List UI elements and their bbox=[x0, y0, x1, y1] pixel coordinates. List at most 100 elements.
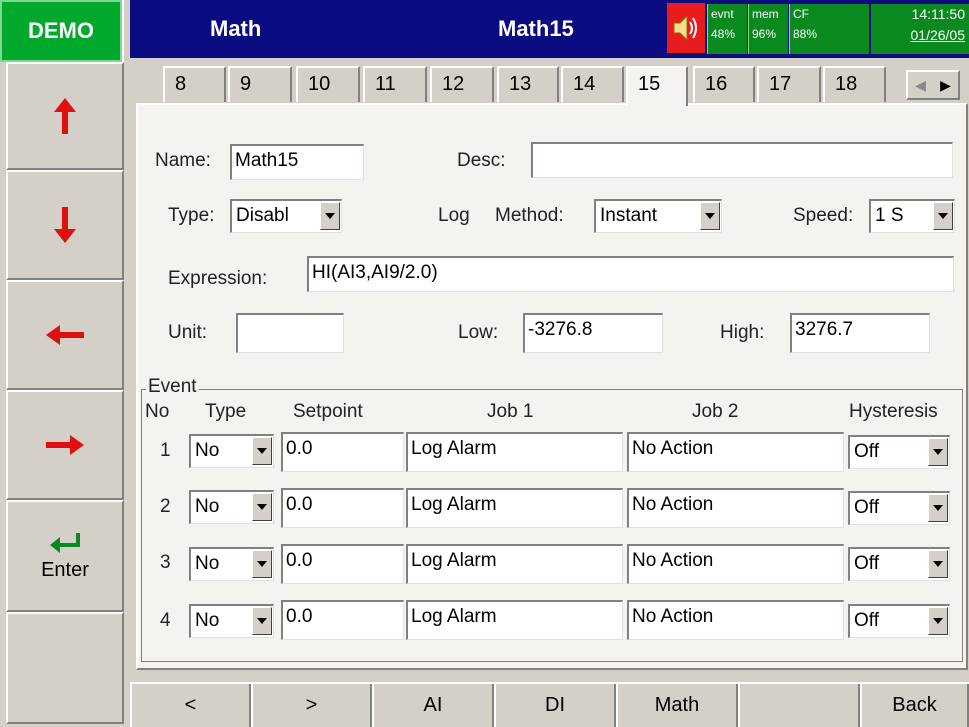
chevron-down-icon[interactable] bbox=[320, 202, 340, 230]
tab-16[interactable]: 16 bbox=[693, 66, 755, 102]
speaker-icon bbox=[673, 14, 697, 42]
event-hysteresis-select[interactable]: Off bbox=[848, 491, 950, 525]
tab-9[interactable]: 9 bbox=[228, 66, 292, 102]
status-evnt-label: evnt bbox=[711, 7, 734, 21]
event-type-select[interactable]: No bbox=[189, 490, 274, 524]
type-select[interactable]: Disabl bbox=[230, 199, 342, 233]
event-hysteresis-select[interactable]: Off bbox=[848, 435, 950, 469]
tab-14[interactable]: 14 bbox=[561, 66, 624, 102]
status-evnt: evnt 48% bbox=[707, 4, 747, 54]
page-title: Math15 bbox=[498, 16, 574, 41]
arrow-down-icon bbox=[54, 207, 76, 243]
status-cf-value: 88% bbox=[793, 27, 818, 41]
nav-right-button[interactable] bbox=[6, 390, 124, 500]
expression-input[interactable]: HI(AI3,AI9/2.0) bbox=[307, 256, 954, 292]
back-button[interactable]: Back bbox=[860, 684, 969, 727]
event-hysteresis-value: Off bbox=[854, 553, 879, 574]
low-input[interactable]: -3276.8 bbox=[523, 313, 663, 353]
event-row-no: 4 bbox=[160, 610, 171, 631]
prev-button[interactable]: < bbox=[130, 684, 251, 727]
event-type-select[interactable]: No bbox=[189, 434, 274, 468]
event-job1-input[interactable]: Log Alarm bbox=[406, 432, 623, 472]
tab-13[interactable]: 13 bbox=[497, 66, 559, 102]
tab-scroll: ◀ ▶ bbox=[906, 70, 960, 100]
high-input[interactable]: 3276.7 bbox=[790, 313, 930, 353]
type-value: Disabl bbox=[236, 205, 289, 226]
desc-input[interactable] bbox=[531, 142, 953, 178]
tab-17[interactable]: 17 bbox=[757, 66, 821, 102]
event-job2-input[interactable]: No Action bbox=[627, 600, 844, 640]
status-mem-value: 96% bbox=[752, 27, 777, 41]
nav-up-button[interactable] bbox=[6, 62, 124, 170]
event-job1-input[interactable]: Log Alarm bbox=[406, 488, 623, 528]
clock-time: 14:11:50 bbox=[911, 6, 965, 22]
clock-date: 01/26/05 bbox=[910, 27, 966, 43]
tab-scroll-right-button[interactable]: ▶ bbox=[933, 72, 958, 98]
event-setpoint-input[interactable]: 0.0 bbox=[281, 488, 404, 528]
screen-title: Math bbox=[210, 16, 262, 41]
type-label: Type: bbox=[168, 205, 215, 226]
chevron-down-icon[interactable] bbox=[928, 494, 948, 522]
event-setpoint-input[interactable]: 0.0 bbox=[281, 600, 404, 640]
event-type-select[interactable]: No bbox=[189, 604, 274, 638]
event-setpoint-input[interactable]: 0.0 bbox=[281, 432, 404, 472]
low-label: Low: bbox=[458, 322, 499, 343]
unit-label: Unit: bbox=[168, 322, 208, 343]
chevron-down-icon[interactable] bbox=[252, 493, 272, 521]
tab-15[interactable]: 15 bbox=[626, 66, 688, 106]
chevron-down-icon[interactable] bbox=[928, 438, 948, 466]
method-value: Instant bbox=[600, 205, 658, 226]
next-button[interactable]: > bbox=[251, 684, 372, 727]
event-hysteresis-select[interactable]: Off bbox=[848, 547, 950, 581]
tab-11[interactable]: 11 bbox=[363, 66, 427, 102]
math-button[interactable]: Math bbox=[616, 684, 738, 727]
name-input[interactable]: Math15 bbox=[230, 144, 364, 180]
event-hysteresis-value: Off bbox=[854, 610, 879, 631]
event-job1-input[interactable]: Log Alarm bbox=[406, 600, 623, 640]
nav-down-button[interactable] bbox=[6, 170, 124, 280]
tab-scroll-left-button[interactable]: ◀ bbox=[908, 72, 933, 98]
chevron-down-icon[interactable] bbox=[252, 437, 272, 465]
event-hysteresis-select[interactable]: Off bbox=[848, 604, 950, 638]
speaker-button[interactable] bbox=[667, 3, 705, 53]
chevron-down-icon[interactable] bbox=[933, 202, 953, 230]
enter-label: Enter bbox=[41, 558, 89, 581]
unit-input[interactable] bbox=[236, 313, 344, 353]
log-label: Log bbox=[438, 205, 470, 226]
nav-left-button[interactable] bbox=[6, 280, 124, 390]
ai-button[interactable]: AI bbox=[372, 684, 494, 727]
event-row-no: 2 bbox=[160, 496, 171, 517]
arrow-up-icon bbox=[54, 98, 76, 134]
event-type-select[interactable]: No bbox=[189, 547, 274, 581]
tab-10[interactable]: 10 bbox=[296, 66, 360, 102]
col-hysteresis: Hysteresis bbox=[849, 401, 938, 422]
event-setpoint-input[interactable]: 0.0 bbox=[281, 544, 404, 584]
chevron-down-icon[interactable] bbox=[928, 607, 948, 635]
tab-18[interactable]: 18 bbox=[823, 66, 886, 102]
chevron-down-icon[interactable] bbox=[928, 550, 948, 578]
clock: 14:11:50 01/26/05 bbox=[871, 4, 969, 54]
name-label: Name: bbox=[155, 150, 211, 171]
di-button[interactable]: DI bbox=[494, 684, 616, 727]
nav-enter-button[interactable]: Enter bbox=[6, 500, 124, 612]
demo-badge: DEMO bbox=[0, 0, 122, 62]
chevron-down-icon[interactable] bbox=[700, 202, 720, 230]
event-row-no: 1 bbox=[160, 440, 171, 461]
event-type-value: No bbox=[195, 496, 220, 517]
enter-icon bbox=[50, 532, 80, 553]
event-job2-input[interactable]: No Action bbox=[627, 488, 844, 528]
tab-8[interactable]: 8 bbox=[163, 66, 226, 102]
blank-button[interactable] bbox=[738, 684, 860, 727]
tab-12[interactable]: 12 bbox=[430, 66, 494, 102]
arrow-left-icon bbox=[46, 325, 84, 345]
event-job1-input[interactable]: Log Alarm bbox=[406, 544, 623, 584]
chevron-down-icon[interactable] bbox=[252, 607, 272, 635]
event-job2-input[interactable]: No Action bbox=[627, 432, 844, 472]
speed-select[interactable]: 1 S bbox=[869, 199, 955, 233]
method-select[interactable]: Instant bbox=[594, 199, 722, 233]
event-hysteresis-value: Off bbox=[854, 497, 879, 518]
event-job2-input[interactable]: No Action bbox=[627, 544, 844, 584]
col-job2: Job 2 bbox=[692, 401, 739, 422]
nav-blank-button[interactable] bbox=[6, 612, 124, 724]
chevron-down-icon[interactable] bbox=[252, 550, 272, 578]
